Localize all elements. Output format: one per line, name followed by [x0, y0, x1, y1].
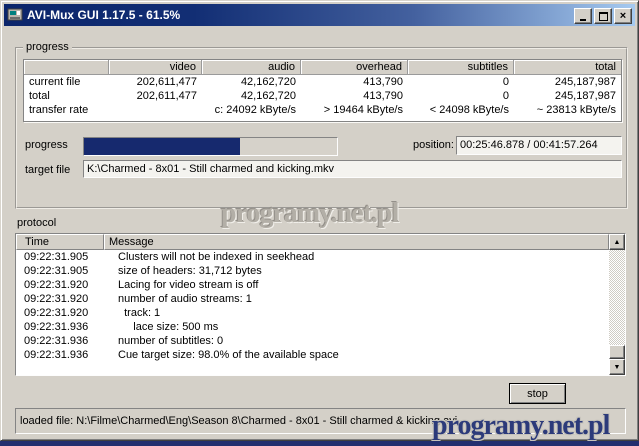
protocol-time: 09:22:31.920 [16, 292, 112, 306]
protocol-message: number of audio streams: 1 [112, 292, 609, 306]
table-cell: 245,187,987 [514, 89, 621, 103]
protocol-time: 09:22:31.936 [16, 334, 112, 348]
maximize-button[interactable] [594, 8, 612, 24]
stop-button[interactable]: stop [509, 383, 566, 404]
table-cell [109, 103, 202, 117]
scrollbar-thumb[interactable] [609, 345, 625, 359]
minimize-icon [580, 11, 586, 21]
table-cell: c: 24092 kByte/s [202, 103, 301, 117]
avimux-window: AVI-Mux GUI 1.17.5 - 61.5% × progress vi… [0, 0, 639, 441]
protocol-label: protocol [17, 217, 56, 229]
table-cell: < 24098 kByte/s [408, 103, 514, 117]
position-label: position: [413, 139, 454, 151]
protocol-time: 09:22:31.920 [16, 278, 112, 292]
col-header-total: total [514, 60, 621, 75]
target-file-field[interactable]: K:\Charmed - 8x01 - Still charmed and ki… [83, 160, 622, 178]
row-label-total: total [24, 89, 109, 103]
protocol-time: 09:22:31.905 [16, 250, 112, 264]
window-controls: × [572, 8, 632, 24]
protocol-message: track: 1 [112, 306, 609, 320]
protocol-row[interactable]: 09:22:31.905 size of headers: 31,712 byt… [16, 264, 609, 278]
mux-stats-table: video audio overhead subtitles total cur… [23, 59, 622, 122]
table-cell: 42,162,720 [202, 89, 301, 103]
protocol-list-main: Time Message 09:22:31.905 Clusters will … [16, 234, 609, 375]
close-icon: × [620, 11, 626, 21]
window-title: AVI-Mux GUI 1.17.5 - 61.5% [27, 8, 180, 22]
table-cell: 0 [408, 75, 514, 89]
protocol-time: 09:22:31.920 [16, 306, 112, 320]
title-bar[interactable]: AVI-Mux GUI 1.17.5 - 61.5% × [4, 4, 635, 26]
table-cell: 202,611,477 [109, 75, 202, 89]
protocol-row[interactable]: 09:22:31.920 Lacing for video stream is … [16, 278, 609, 292]
protocol-message: Cue target size: 98.0% of the available … [112, 348, 609, 362]
progress-bar-label: progress [25, 139, 68, 151]
protocol-row[interactable]: 09:22:31.920 number of audio streams: 1 [16, 292, 609, 306]
close-button[interactable]: × [614, 8, 632, 24]
app-icon [7, 7, 23, 23]
table-cell: 413,790 [301, 75, 408, 89]
protocol-time: 09:22:31.936 [16, 348, 112, 362]
protocol-listview: Time Message 09:22:31.905 Clusters will … [15, 233, 626, 376]
table-cell: > 19464 kByte/s [301, 103, 408, 117]
table-cell: ~ 23813 kByte/s [514, 103, 621, 117]
row-label-transfer-rate: transfer rate [24, 103, 109, 117]
minimize-button[interactable] [574, 8, 592, 24]
row-label-current-file: current file [24, 75, 109, 89]
scroll-up-icon: ▲ [614, 239, 621, 246]
table-cell: 245,187,987 [514, 75, 621, 89]
protocol-row[interactable]: 09:22:31.920 track: 1 [16, 306, 609, 320]
table-cell: 42,162,720 [202, 75, 301, 89]
table-cell: 413,790 [301, 89, 408, 103]
message-column-header[interactable]: Message [104, 234, 609, 250]
protocol-list-header: Time Message [16, 234, 609, 250]
target-file-label: target file [25, 164, 70, 176]
scroll-up-button[interactable]: ▲ [609, 234, 625, 250]
screenshot-stage: AVI-Mux GUI 1.17.5 - 61.5% × progress vi… [0, 0, 639, 446]
progress-bar [83, 137, 338, 156]
time-column-header[interactable]: Time [16, 234, 104, 250]
table-cell: 202,611,477 [109, 89, 202, 103]
protocol-message: number of subtitles: 0 [112, 334, 609, 348]
protocol-time: 09:22:31.905 [16, 264, 112, 278]
protocol-row[interactable]: 09:22:31.905 Clusters will not be indexe… [16, 250, 609, 264]
scroll-down-icon: ▼ [614, 364, 621, 371]
protocol-message: Clusters will not be indexed in seekhead [112, 250, 609, 264]
protocol-scrollbar[interactable]: ▲ ▼ [609, 234, 625, 375]
maximize-icon [599, 12, 608, 21]
col-header-empty [24, 60, 109, 75]
progress-groupbox: progress video audio overhead subtitles … [15, 47, 628, 209]
scrollbar-track[interactable] [609, 250, 625, 359]
protocol-message: size of headers: 31,712 bytes [112, 264, 609, 278]
col-header-audio: audio [202, 60, 301, 75]
protocol-row[interactable]: 09:22:31.936 number of subtitles: 0 [16, 334, 609, 348]
progress-groupbox-label: progress [23, 41, 72, 53]
col-header-subtitles: subtitles [408, 60, 514, 75]
protocol-message: lace size: 500 ms [112, 320, 609, 334]
col-header-overhead: overhead [301, 60, 408, 75]
position-field[interactable]: 00:25:46.878 / 00:41:57.264 [456, 136, 622, 155]
progress-bar-fill [84, 138, 240, 155]
scroll-down-button[interactable]: ▼ [609, 359, 625, 375]
protocol-row[interactable]: 09:22:31.936 lace size: 500 ms [16, 320, 609, 334]
table-cell: 0 [408, 89, 514, 103]
protocol-time: 09:22:31.936 [16, 320, 112, 334]
col-header-video: video [109, 60, 202, 75]
status-bar: loaded file: N:\Filme\Charmed\Eng\Season… [15, 408, 626, 434]
protocol-row[interactable]: 09:22:31.936 Cue target size: 98.0% of t… [16, 348, 609, 362]
protocol-message: Lacing for video stream is off [112, 278, 609, 292]
